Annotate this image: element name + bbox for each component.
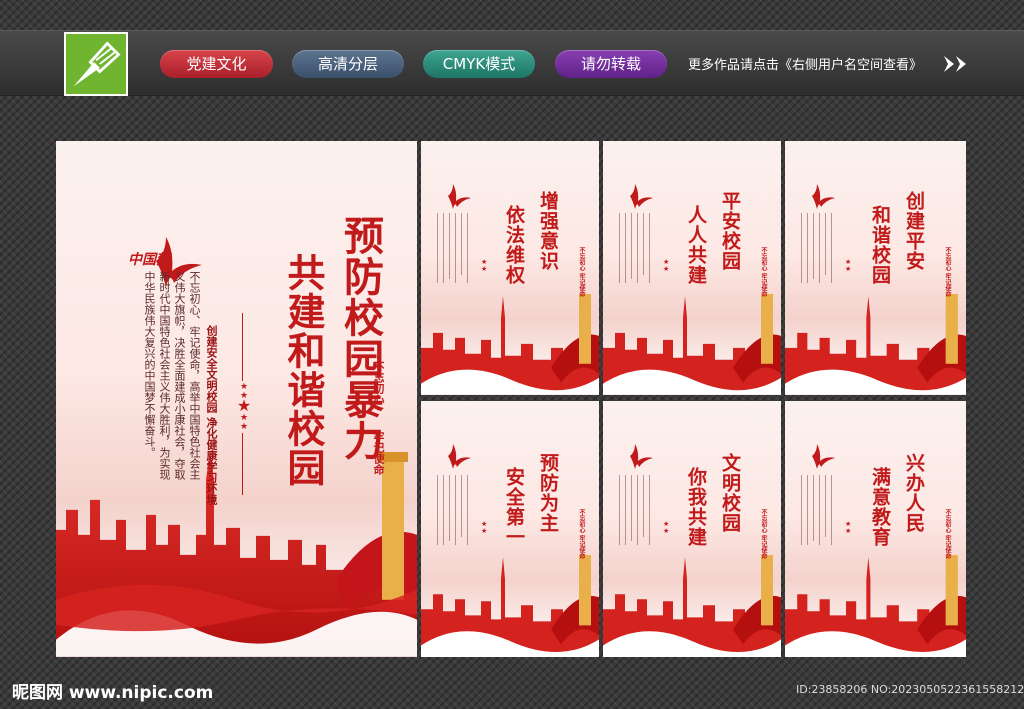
city-skyline-graphic [421, 555, 599, 657]
poster-body-text-lines [435, 475, 479, 545]
main-title-line2: 共建和谐校园 [281, 253, 326, 487]
star-decoration-icon: ★ ★ [663, 258, 670, 273]
poster-seal: 不忘初心 牢记使命 [578, 509, 585, 560]
more-works-link[interactable]: 更多作品请点击《右侧用户名空间查看》 [688, 54, 922, 73]
main-poster: 中国梦 预防校园暴力 共建和谐校园 ★ ★ ★ ★ ★ 创建安全文明校园 净化健康学习环… [56, 141, 417, 657]
city-skyline-graphic [56, 450, 417, 657]
emblem-text: 中国梦 [128, 252, 170, 268]
poster-body-text-lines [435, 213, 479, 283]
china-dream-emblem-icon [812, 184, 835, 209]
poster-title-line2: 人人共建 [685, 205, 707, 285]
star-decoration-icon: ★ ★ [663, 520, 670, 535]
tag-party-culture[interactable]: 党建文化 [160, 50, 273, 78]
china-dream-emblem-icon [448, 444, 471, 469]
main-title-line1: 预防校园暴力 [337, 215, 384, 461]
double-arrow-icon[interactable] [942, 54, 972, 74]
star-decoration-icon: ★ ★ [845, 520, 852, 535]
star-decoration-icon: ★ ★ [481, 520, 488, 535]
poster-small-2: 平安校园 人人共建 ★ ★ 不忘初心 牢记使命 [603, 141, 781, 395]
tag-cmyk-mode[interactable]: CMYK模式 [423, 50, 535, 78]
poster-seal: 不忘初心 牢记使命 [578, 247, 585, 298]
china-dream-emblem-icon [448, 184, 471, 209]
poster-body-text-lines [617, 475, 661, 545]
main-subtitle: 创建安全文明校园 净化健康学习环境 [205, 325, 218, 505]
city-skyline-graphic [603, 555, 781, 657]
poster-body-text-lines [799, 475, 843, 545]
seal-right: 牢记使命 [372, 431, 385, 475]
poster-title-line1: 兴办人民 [903, 453, 925, 533]
poster-small-4: 预防为主 安全第一 ★ ★ 不忘初心 牢记使命 [421, 401, 599, 657]
poster-title-line2: 满意教育 [869, 467, 891, 547]
poster-title-line1: 预防为主 [537, 453, 559, 533]
divider-line [242, 313, 243, 381]
poster-title-line2: 你我共建 [685, 467, 707, 547]
poster-small-5: 文明校园 你我共建 ★ ★ 不忘初心 牢记使命 [603, 401, 781, 657]
poster-seal: 不忘初心 牢记使命 [944, 247, 951, 298]
poster-seal: 不忘初心 牢记使命 [760, 247, 767, 298]
poster-body-text-lines [617, 213, 661, 283]
poster-title-line1: 文明校园 [719, 453, 741, 533]
poster-small-1: 增强意识 依法维权 ★ ★ 不忘初心 牢记使命 [421, 141, 599, 395]
china-dream-emblem-icon [812, 444, 835, 469]
poster-seal: 不忘初心 牢记使命 [944, 509, 951, 560]
china-dream-emblem-icon [630, 184, 653, 209]
main-body-text: 不忘初心、牢记使命，高举中国特色社会主义伟大旗帜，决胜全面建成小康社会，夺取新时… [143, 271, 201, 480]
china-dream-emblem-icon [630, 444, 653, 469]
star-decoration-icon: ★ ★ [845, 258, 852, 273]
poster-body-text-lines [799, 213, 843, 283]
poster-small-3: 创建平安 和谐校园 ★ ★ 不忘初心 牢记使命 [785, 141, 966, 395]
pen-logo-icon [64, 32, 128, 96]
poster-title-line2: 依法维权 [503, 205, 525, 285]
poster-title-line1: 增强意识 [537, 191, 559, 271]
poster-small-6: 兴办人民 满意教育 ★ ★ 不忘初心 牢记使命 [785, 401, 966, 657]
star-decoration-icon: ★ ★ [481, 258, 488, 273]
city-skyline-graphic [603, 294, 781, 395]
city-skyline-graphic [421, 294, 599, 395]
poster-seal: 不忘初心 牢记使命 [760, 509, 767, 560]
city-skyline-graphic [785, 294, 966, 395]
star-decoration-icon: ★ ★ ★ ★ ★ [236, 382, 252, 432]
tag-no-reprint[interactable]: 请勿转载 [555, 50, 667, 78]
image-id-text: ID:23858206 NO:20230505223615582120 [796, 683, 1024, 696]
divider-line [242, 433, 243, 495]
poster-title-line2: 安全第一 [503, 467, 525, 547]
city-skyline-graphic [785, 555, 966, 657]
poster-title-line1: 创建平安 [903, 191, 925, 271]
poster-title-line2: 和谐校园 [869, 205, 891, 285]
tag-hd-layered[interactable]: 高清分层 [292, 50, 404, 78]
poster-title-line1: 平安校园 [719, 191, 741, 271]
site-watermark: 昵图网 www.nipic.com [12, 683, 214, 703]
seal-left: 不忘初心 [372, 361, 385, 405]
